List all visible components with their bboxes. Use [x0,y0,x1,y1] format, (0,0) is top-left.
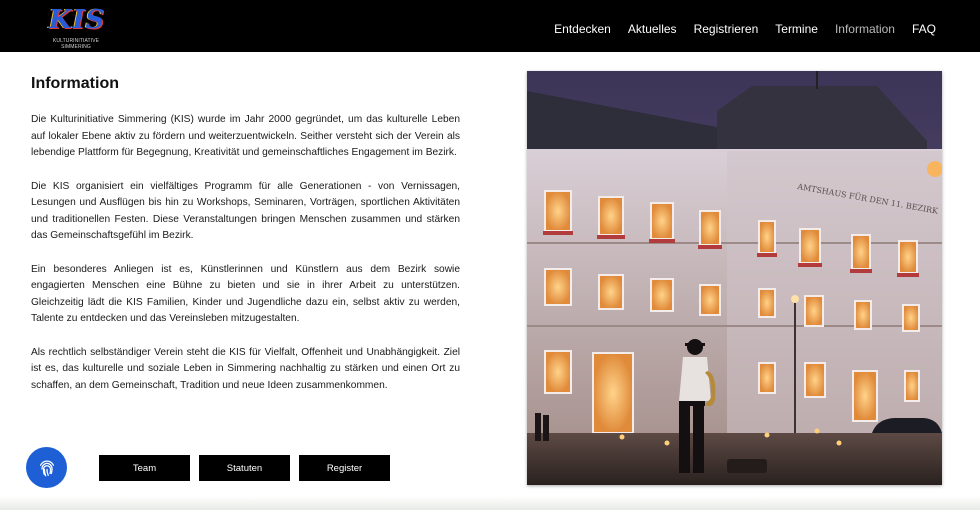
statuten-button[interactable]: Statuten [199,455,290,481]
nav-item-entdecken[interactable]: Entdecken [554,21,611,37]
nav-item-aktuelles[interactable]: Aktuelles [628,21,677,37]
info-text: Die Kulturinitiative Simmering (KIS) wur… [31,112,460,411]
logo-mark: KIS [48,5,106,35]
paragraph: Die Kulturinitiative Simmering (KIS) wur… [31,114,460,158]
amtshaus-illustration: AMTSHAUS FÜR DEN 11. BEZIRK [527,71,942,485]
logo-subtitle: KULTURINITIATIVE SIMMERING [52,38,100,50]
nav-item-faq[interactable]: FAQ [912,21,936,37]
nav-item-information[interactable]: Information [835,21,895,37]
page-title: Information [31,75,119,92]
site-header: KIS KULTURINITIATIVE SIMMERING Entdecken… [0,0,980,52]
building-photo: AMTSHAUS FÜR DEN 11. BEZIRK [527,71,942,485]
fingerprint-button[interactable] [26,447,67,488]
kis-logo[interactable]: KIS KULTURINITIATIVE SIMMERING [40,5,112,50]
nav-item-registrieren[interactable]: Registrieren [694,21,759,37]
nav-item-termine[interactable]: Termine [775,21,818,37]
paragraph: Die KIS organisiert ein vielfältiges Pro… [31,180,460,242]
team-button[interactable]: Team [99,455,190,481]
main-nav: Entdecken Aktuelles Registrieren Termine… [537,0,936,58]
paragraph: Als rechtlich selbständiger Verein steht… [31,346,460,391]
fingerprint-icon [39,459,54,476]
register-button[interactable]: Register [299,455,390,481]
paragraph: Ein besonderes Anliegen ist es, Künstler… [31,263,460,325]
page-bottom-edge [0,496,980,510]
